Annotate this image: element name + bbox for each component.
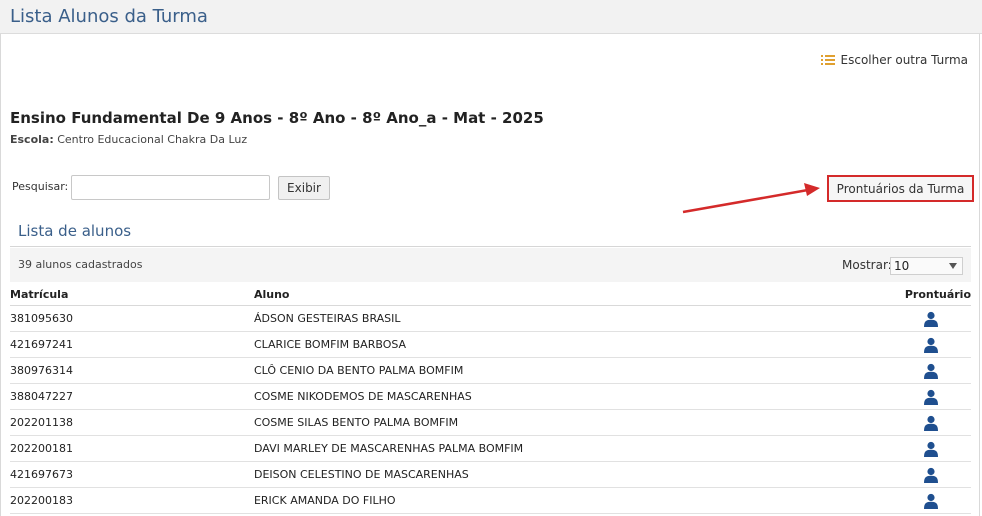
matricula-cell: 421697241	[10, 331, 254, 358]
person-icon[interactable]	[923, 337, 939, 353]
school-name: Centro Educacional Chakra Da Luz	[57, 133, 248, 146]
table-row: 421697241 CLARICE BOMFIM BARBOSA	[10, 331, 971, 358]
student-name-cell: ERICK AMANDA DO FILHO	[253, 487, 891, 514]
search-input[interactable]	[71, 175, 270, 200]
chevron-down-icon	[949, 263, 957, 269]
student-name-cell: COSME SILAS BENTO PALMA BOMFIM	[253, 409, 891, 436]
student-name-cell: CLÔ CENIO DA BENTO PALMA BOMFIM	[253, 357, 891, 384]
table-header-row: Matrícula Aluno Prontuário	[10, 283, 971, 306]
student-name-cell: ÁDSON GESTEIRAS BRASIL	[253, 305, 891, 332]
section-divider	[10, 246, 971, 247]
person-icon[interactable]	[923, 493, 939, 509]
person-icon[interactable]	[923, 389, 939, 405]
table-row: 421697673 DEISON CELESTINO DE MASCARENHA…	[10, 461, 971, 488]
class-records-button[interactable]: Prontuários da Turma	[827, 175, 974, 202]
page-size-select[interactable]: 10	[890, 257, 963, 275]
person-icon[interactable]	[923, 441, 939, 457]
show-button[interactable]: Exibir	[278, 176, 330, 200]
matricula-cell: 202201138	[10, 409, 254, 436]
matricula-cell: 388047227	[10, 383, 254, 410]
matricula-cell: 202200181	[10, 435, 254, 462]
column-header-aluno: Aluno	[253, 283, 891, 306]
table-row: 202200181 DAVI MARLEY DE MASCARENHAS PAL…	[10, 435, 971, 462]
table-row: 202201138 COSME SILAS BENTO PALMA BOMFIM	[10, 409, 971, 436]
matricula-cell: 421697673	[10, 461, 254, 488]
school-line: Escola: Centro Educacional Chakra Da Luz	[10, 133, 247, 146]
title-bar: Lista Alunos da Turma	[0, 0, 982, 34]
class-title: Ensino Fundamental De 9 Anos - 8º Ano - …	[10, 109, 544, 127]
table-row: 388047227 COSME NIKODEMOS DE MASCARENHAS	[10, 383, 971, 410]
person-icon[interactable]	[923, 415, 939, 431]
choose-class-label: Escolher outra Turma	[840, 53, 968, 67]
matricula-cell: 380976314	[10, 357, 254, 384]
person-icon[interactable]	[923, 467, 939, 483]
choose-class-link[interactable]: Escolher outra Turma	[820, 53, 968, 67]
table-row: 381095630 ÁDSON GESTEIRAS BRASIL	[10, 305, 971, 332]
person-icon[interactable]	[923, 363, 939, 379]
matricula-cell: 202200183	[10, 487, 254, 514]
table-row: 202200183 ERICK AMANDA DO FILHO	[10, 487, 971, 514]
column-header-matricula: Matrícula	[10, 283, 254, 306]
page-size-value: 10	[894, 259, 910, 273]
student-name-cell: DEISON CELESTINO DE MASCARENHAS	[253, 461, 891, 488]
person-icon[interactable]	[923, 311, 939, 327]
student-name-cell: COSME NIKODEMOS DE MASCARENHAS	[253, 383, 891, 410]
page-title: Lista Alunos da Turma	[10, 6, 208, 27]
student-name-cell: DAVI MARLEY DE MASCARENHAS PALMA BOMFIM	[253, 435, 891, 462]
list-icon	[820, 54, 835, 66]
student-count: 39 alunos cadastrados	[18, 258, 143, 271]
students-section-title: Lista de alunos	[18, 222, 132, 240]
school-label: Escola:	[10, 133, 54, 146]
column-header-prontuario: Prontuário	[890, 283, 971, 306]
table-row: 380976314 CLÔ CENIO DA BENTO PALMA BOMFI…	[10, 357, 971, 384]
grid-toolbar: 39 alunos cadastrados Mostrar: 10	[10, 248, 971, 282]
matricula-cell: 381095630	[10, 305, 254, 332]
student-name-cell: CLARICE BOMFIM BARBOSA	[253, 331, 891, 358]
page-size-label: Mostrar:	[842, 258, 892, 272]
search-label: Pesquisar:	[12, 180, 69, 193]
students-table: Matrícula Aluno Prontuário 381095630 ÁDS…	[10, 283, 971, 514]
